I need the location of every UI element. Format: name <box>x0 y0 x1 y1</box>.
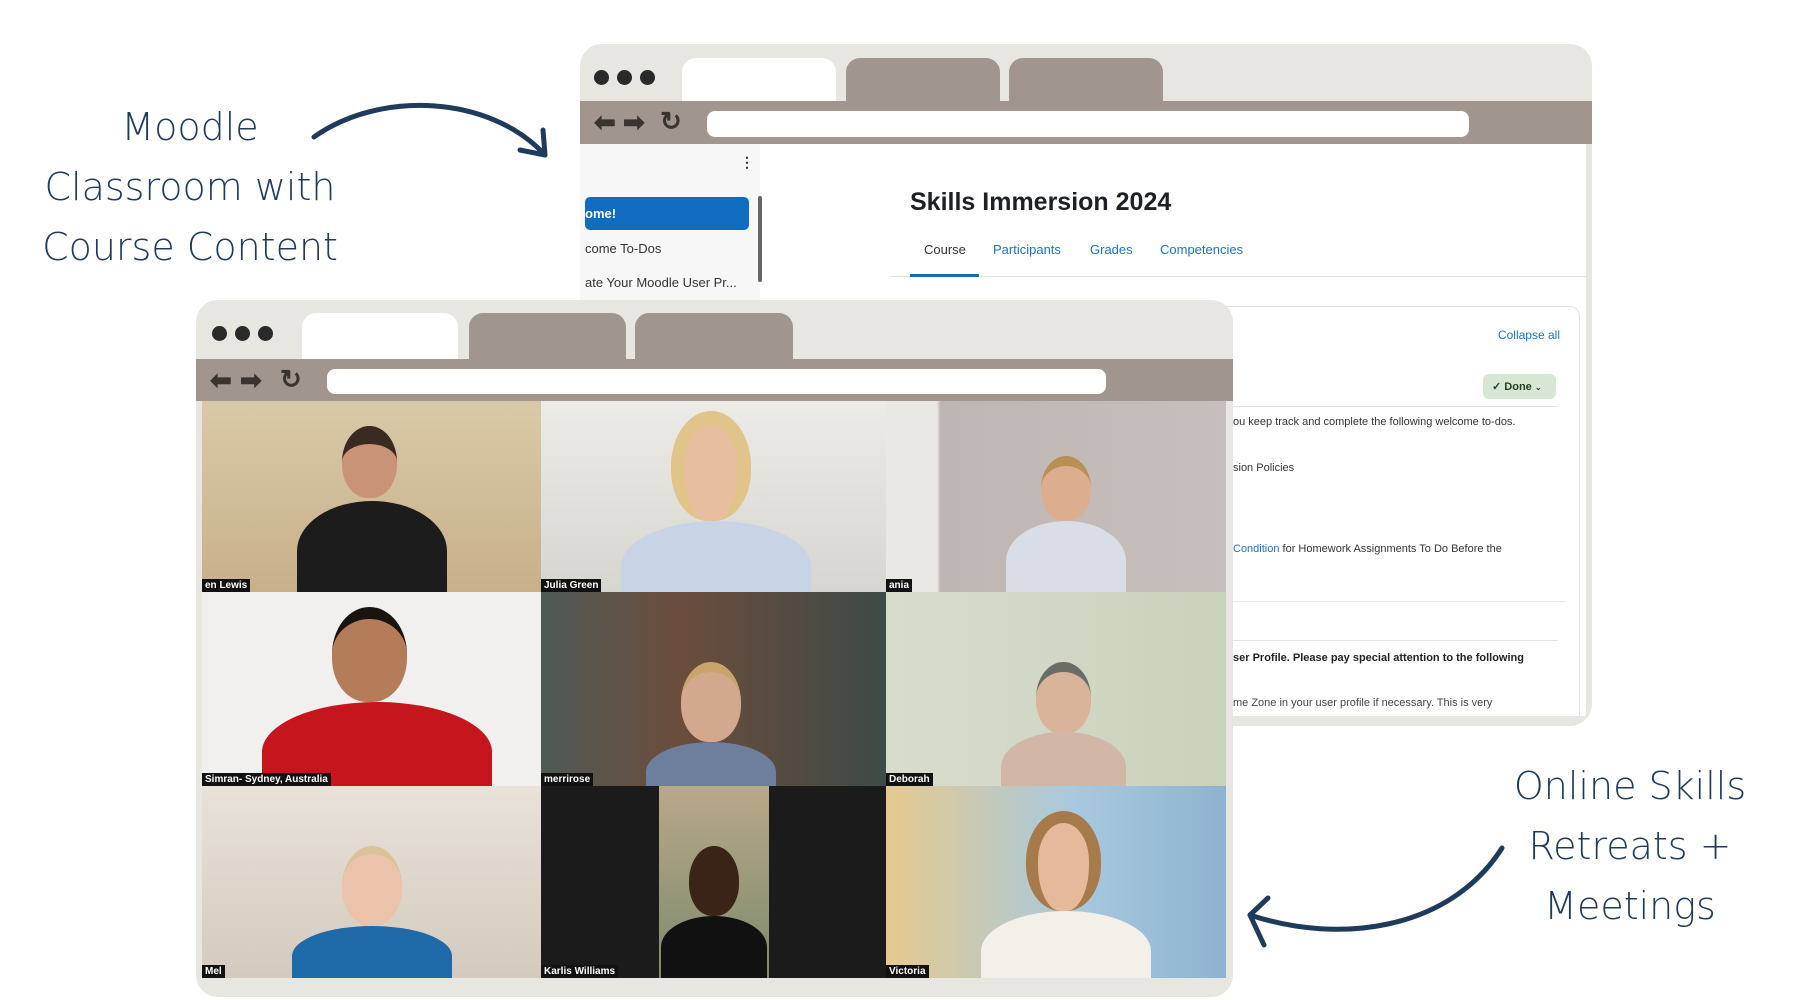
browser-tab[interactable] <box>635 313 793 359</box>
sidebar-item-todos[interactable]: come To-Dos <box>585 241 661 256</box>
caption-line: Classroom with <box>44 165 336 209</box>
page-title: Skills Immersion 2024 <box>910 188 1172 216</box>
browser-tab[interactable] <box>302 313 458 359</box>
divider <box>1230 406 1558 407</box>
description-text: for Homework Assignments To Do Before th… <box>1279 543 1502 555</box>
forward-arrow-icon[interactable]: ➡ <box>240 367 262 393</box>
activity-description: ou keep track and complete the following… <box>1233 416 1516 428</box>
participant-head <box>689 846 739 916</box>
video-tile[interactable]: Deborah <box>886 592 1226 786</box>
participant-head <box>342 846 402 926</box>
right-caption: Online Skills Retreats + Meetings <box>1460 756 1797 936</box>
check-icon: ✓ <box>1492 381 1502 393</box>
caption-line: Moodle <box>121 105 259 149</box>
window-dot <box>212 326 227 341</box>
browser-tab[interactable] <box>469 313 626 359</box>
collapse-all-link[interactable]: Collapse all <box>1498 328 1560 342</box>
participant-body <box>297 501 447 592</box>
activity-description: ser Profile. Please pay special attentio… <box>1233 652 1524 664</box>
participant-name: ania <box>886 579 913 592</box>
condition-link[interactable]: Condition <box>1233 543 1279 555</box>
video-tile[interactable]: Victoria <box>886 786 1226 978</box>
chevron-down-icon: ⌄ <box>1534 383 1542 392</box>
back-arrow-icon[interactable]: ⬅ <box>594 109 616 135</box>
activity-description: me Zone in your user profile if necessar… <box>1233 697 1493 709</box>
participant-head <box>1026 811 1101 911</box>
caption-line: Online Skills <box>1513 764 1747 808</box>
video-tile[interactable]: ania <box>886 401 1226 592</box>
activity-link-policies[interactable]: sion Policies <box>1233 462 1294 474</box>
video-tile[interactable]: Karlis Williams <box>541 786 886 978</box>
window-dot <box>235 326 250 341</box>
tab-grades[interactable]: Grades <box>1090 242 1133 257</box>
participant-name: en Lewis <box>202 579 251 592</box>
participant-head <box>1036 662 1091 734</box>
participant-head <box>681 662 741 742</box>
caption-line: Meetings <box>1544 884 1716 928</box>
activity-description: Condition for Homework Assignments To Do… <box>1233 543 1502 555</box>
participant-head <box>342 426 397 498</box>
participant-name: Karlis Williams <box>541 965 619 978</box>
forward-arrow-icon[interactable]: ➡ <box>623 109 645 135</box>
video-tile[interactable]: en Lewis <box>202 401 541 592</box>
participant-body <box>1001 732 1126 786</box>
divider <box>1230 640 1558 641</box>
caption-line: Course Content <box>42 225 338 269</box>
participant-body <box>661 916 767 978</box>
tab-competencies[interactable]: Competencies <box>1160 242 1243 257</box>
browser-toolbar: ⬅ ➡ ↻ <box>580 101 1592 144</box>
done-badge[interactable]: ✓ Done ⌄ <box>1483 374 1556 399</box>
participant-body <box>1006 521 1126 592</box>
address-bar[interactable] <box>707 111 1469 137</box>
reload-icon[interactable]: ↻ <box>280 366 302 392</box>
window-dot <box>640 70 655 85</box>
sidebar-scrollbar[interactable] <box>758 196 762 282</box>
participant-body <box>621 521 811 592</box>
window-dot <box>258 326 273 341</box>
divider <box>1230 601 1565 602</box>
browser-tab[interactable] <box>846 58 1000 101</box>
tab-course[interactable]: Course <box>924 242 966 257</box>
participant-body <box>646 742 776 786</box>
participant-head <box>671 411 751 521</box>
participant-body <box>292 926 452 978</box>
participant-name: Julia Green <box>541 579 602 592</box>
participant-name: Mel <box>202 965 225 978</box>
participant-head <box>1041 456 1091 521</box>
caption-line: Retreats + <box>1528 824 1732 868</box>
sidebar-item-profile[interactable]: ate Your Moodle User Pr... <box>585 275 737 290</box>
tab-divider <box>890 276 1586 277</box>
participant-body <box>981 911 1151 978</box>
vertical-dots-icon[interactable]: ⋮ <box>740 154 754 171</box>
video-tile[interactable]: Julia Green <box>541 401 886 592</box>
meeting-browser-window: ⬅ ➡ ↻ en Lewis Julia Green ania Simran- … <box>196 300 1233 997</box>
participant-name: Victoria <box>886 965 929 978</box>
participant-name: Simran- Sydney, Australia <box>202 773 331 786</box>
done-label: Done <box>1504 381 1532 393</box>
browser-tab[interactable] <box>682 58 836 101</box>
sidebar-item-welcome[interactable]: ome! <box>585 197 749 230</box>
address-bar[interactable] <box>327 369 1106 394</box>
left-caption: Moodle Classroom with Course Content <box>20 97 360 277</box>
browser-toolbar: ⬅ ➡ ↻ <box>196 359 1233 401</box>
browser-tab[interactable] <box>1009 58 1163 101</box>
video-tile[interactable]: Simran- Sydney, Australia <box>202 592 541 786</box>
back-arrow-icon[interactable]: ⬅ <box>210 367 232 393</box>
video-tile[interactable]: merrirose <box>541 592 886 786</box>
window-dot <box>594 70 609 85</box>
window-dot <box>617 70 632 85</box>
active-tab-underline <box>910 274 979 277</box>
video-tile[interactable]: Mel <box>202 786 541 978</box>
participant-name: Deborah <box>886 773 933 786</box>
participant-head <box>332 607 407 702</box>
video-grid: en Lewis Julia Green ania Simran- Sydney… <box>202 401 1226 978</box>
tab-participants[interactable]: Participants <box>993 242 1061 257</box>
reload-icon[interactable]: ↻ <box>660 108 682 134</box>
participant-name: merrirose <box>541 773 594 786</box>
